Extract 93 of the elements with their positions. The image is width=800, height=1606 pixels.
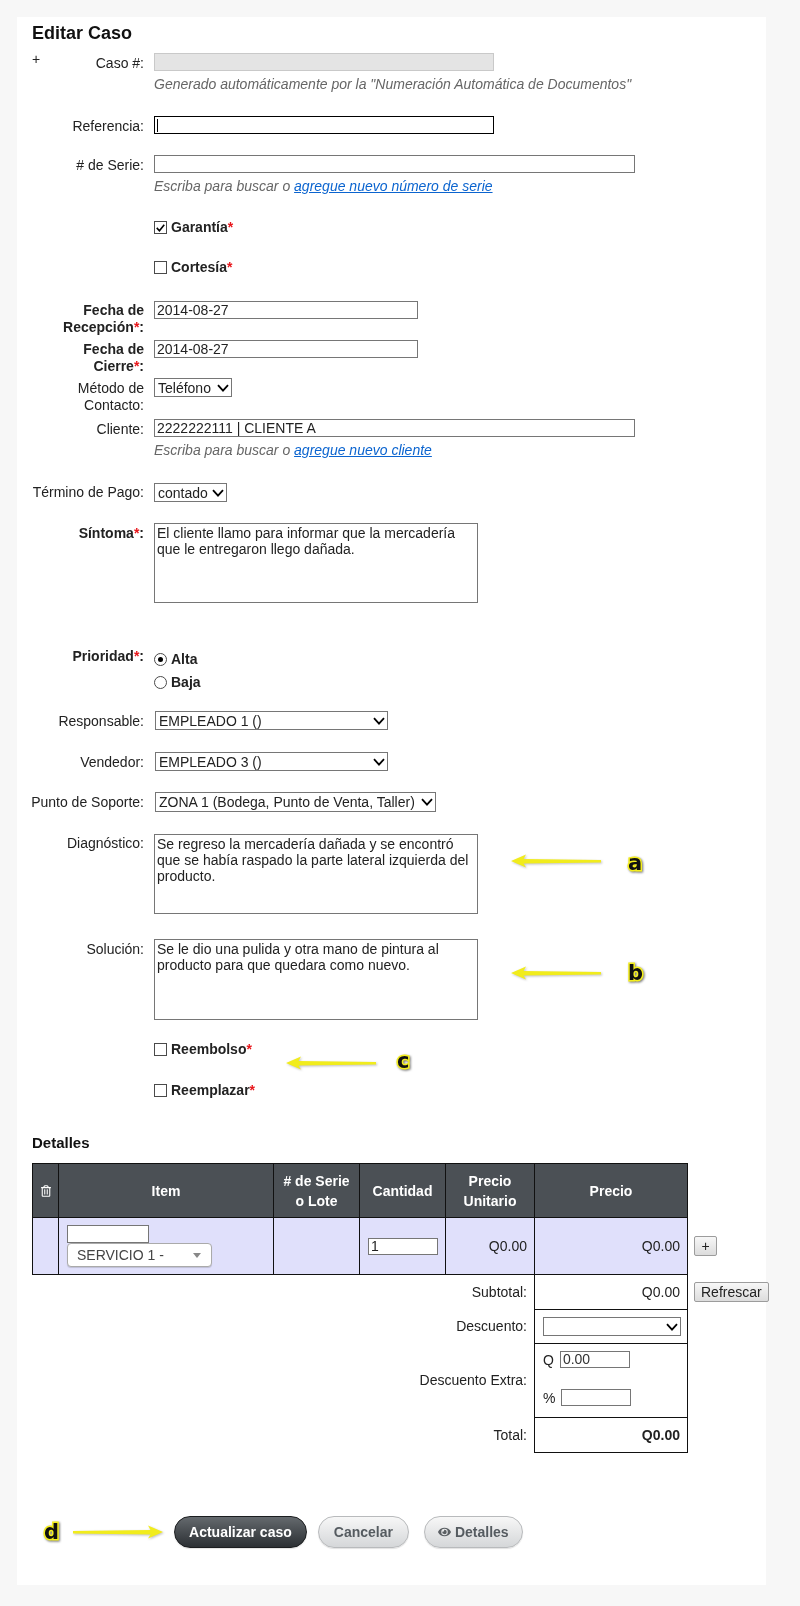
field-label: Referencia:: [72, 118, 144, 134]
client-field[interactable]: 2222222111 | CLIENTE A: [154, 419, 635, 437]
refresh-button[interactable]: Refrescar: [694, 1281, 769, 1302]
radio-label: Alta: [171, 651, 198, 668]
left-arrow-icon: [511, 854, 601, 868]
item-code-field[interactable]: [67, 1225, 149, 1243]
column-header: Precio Unitario: [445, 1163, 535, 1218]
chevron-down-icon: [666, 1322, 678, 1331]
field-label: Fecha de Cierre*:: [83, 341, 144, 374]
date-field[interactable]: 2014-08-27: [154, 340, 418, 358]
field-label: # de Serie:: [76, 157, 144, 173]
table-cell: Q0.00: [534, 1217, 688, 1275]
field-label: Diagnóstico:: [66, 835, 144, 851]
cancel-button[interactable]: Cancelar: [317, 1516, 409, 1548]
checkbox[interactable]: [154, 261, 167, 274]
responsible-dropdown[interactable]: EMPLEADO 1 (): [155, 711, 388, 730]
summary-label: Descuento Extra:: [419, 1372, 527, 1388]
add-client-link[interactable]: agregue nuevo cliente: [294, 442, 432, 458]
symptom-textarea[interactable]: El cliente llamo para informar que la mercadería que le entregaron llego dañada.: [154, 523, 478, 603]
diagnosis-textarea[interactable]: Se regreso la mercadería dañada y se encontró que se había raspado la parte lateral izquierda del producto.: [154, 834, 478, 914]
column-header: Precio: [534, 1163, 688, 1218]
field-label: Prioridad*:: [72, 648, 144, 664]
field-label: Método de Contacto:: [77, 380, 144, 413]
section-title: Detalles: [32, 1133, 90, 1153]
checkbox-label: Reembolso*: [171, 1041, 252, 1058]
summary-label: Total:: [493, 1426, 527, 1443]
radio-button[interactable]: [154, 676, 167, 689]
callout-letter: c: [396, 1050, 410, 1072]
table-cell: Q0.00: [445, 1217, 535, 1275]
field-label: Punto de Soporte:: [31, 794, 144, 810]
column-header: Item: [58, 1163, 274, 1218]
percent-label: %: [543, 1390, 556, 1406]
summary-label: Subtotal:: [471, 1283, 527, 1300]
checkbox[interactable]: [154, 1084, 167, 1097]
item-dropdown[interactable]: SERVICIO 1 -: [67, 1243, 212, 1267]
expand-toggle[interactable]: +: [32, 51, 41, 68]
field-label: Solución:: [86, 941, 144, 957]
checkbox[interactable]: [154, 1043, 167, 1056]
serial-field[interactable]: [154, 155, 635, 173]
chevron-down-icon: [212, 488, 224, 497]
add-serial-link[interactable]: agregue nuevo número de serie: [294, 178, 493, 194]
support-point-dropdown[interactable]: ZONA 1 (Bodega, Punto de Venta, Taller): [155, 792, 436, 812]
update-button[interactable]: Actualizar caso: [174, 1516, 307, 1548]
field-label: Responsable:: [58, 713, 144, 729]
column-header: Cantidad: [359, 1163, 446, 1218]
field-label: Vendedor:: [80, 754, 144, 770]
eye-icon: [437, 1526, 451, 1538]
chevron-down-icon: [217, 383, 229, 392]
reference-field[interactable]: [154, 116, 494, 134]
radio-label: Baja: [171, 674, 201, 691]
field-label: Caso #:: [95, 55, 144, 72]
date-field[interactable]: 2014-08-27: [154, 301, 418, 319]
callout-letter: a: [628, 852, 643, 874]
right-arrow-icon: [73, 1525, 164, 1539]
discount-amount-field[interactable]: 0.00: [559, 1351, 630, 1368]
callout-letter: b: [628, 962, 644, 984]
details-button[interactable]: Detalles: [423, 1516, 523, 1548]
chevron-down-icon: [373, 757, 385, 766]
text-cursor-icon: [157, 118, 158, 132]
add-row-button[interactable]: +: [694, 1235, 717, 1256]
seller-dropdown[interactable]: EMPLEADO 3 (): [155, 752, 388, 771]
field-label: Cliente:: [96, 421, 144, 437]
contact-method-dropdown[interactable]: Teléfono: [154, 378, 232, 397]
page-title: Editar Caso: [32, 23, 133, 43]
discount-dropdown[interactable]: [543, 1317, 681, 1336]
search-hint: Escriba para buscar o agregue nuevo cliente: [154, 442, 432, 459]
solution-textarea[interactable]: Se le dio una pulida y otra mano de pintura al producto para que quedara como nuevo.: [154, 939, 478, 1020]
callout-letter: d: [44, 1521, 60, 1543]
chevron-down-icon: [373, 716, 385, 725]
currency-label: Q: [543, 1352, 554, 1368]
auto-number-hint: Generado automáticamente por la "Numeración Automática de Documentos": [154, 76, 632, 93]
caret-down-icon: [193, 1252, 201, 1258]
left-arrow-icon: [511, 966, 601, 980]
left-arrow-icon: [285, 1056, 376, 1070]
table-cell: Q0.00: [534, 1274, 688, 1310]
discount-percent-field[interactable]: [561, 1389, 632, 1406]
search-hint: Escriba para buscar o agregue nuevo número de serie: [154, 178, 493, 195]
chevron-down-icon: [421, 798, 433, 806]
column-header: # de Serie o Lote: [273, 1163, 360, 1218]
trash-icon[interactable]: [40, 1184, 51, 1197]
table-cell: Q0.00: [534, 1417, 688, 1453]
checkbox-label: Garantía*: [171, 219, 234, 236]
field-label: Síntoma*:: [78, 525, 144, 541]
checkbox-label: Reemplazar*: [171, 1082, 256, 1099]
radio-button[interactable]: [154, 653, 167, 666]
payment-term-dropdown[interactable]: contado: [154, 483, 227, 502]
checkbox-label: Cortesía*: [171, 259, 233, 276]
field-label: Fecha de Recepción*:: [63, 302, 144, 335]
checkbox[interactable]: [154, 221, 167, 234]
field-label: Término de Pago:: [32, 484, 144, 500]
quantity-field[interactable]: 1: [368, 1237, 438, 1255]
checkmark-icon: [156, 223, 165, 232]
summary-label: Descuento:: [456, 1318, 527, 1334]
